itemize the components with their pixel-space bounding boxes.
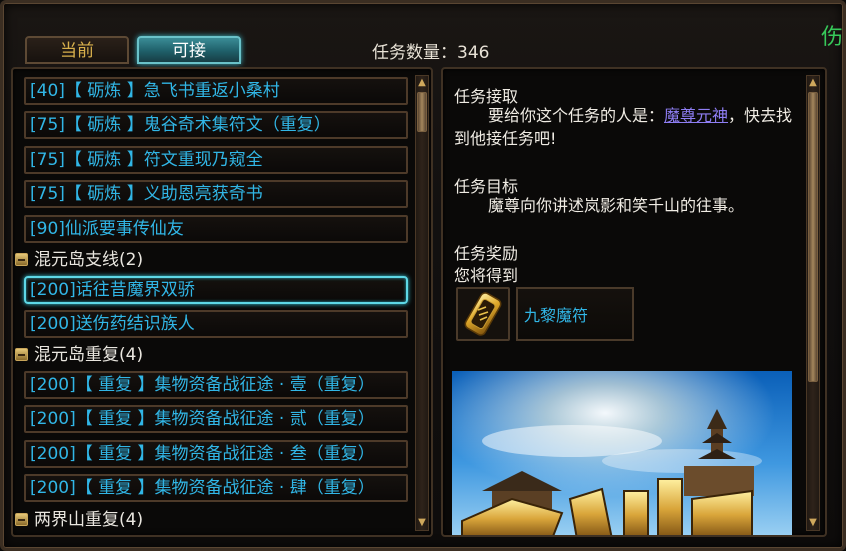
goal-section-body: 魔尊向你讲述岚影和笑千山的往事。 [454,194,798,217]
corner-partial-text: 伤 [821,25,843,50]
scroll-down-icon[interactable]: ▼ [806,516,820,530]
tab-current[interactable]: 当前 [25,36,129,64]
list-scrollbar[interactable]: ▲ ▼ [415,75,429,531]
quest-banner-image [452,371,792,535]
reward-subtitle: 您将得到 [454,266,519,285]
group-label: 混元岛重复(4) [34,345,144,365]
collapse-icon[interactable] [15,348,28,361]
quest-row[interactable]: [90]仙派要事传仙友 [24,215,408,243]
tab-available[interactable]: 可接 [137,36,241,64]
quest-row-selected[interactable]: [200]话往昔魔界双骄 [24,276,408,304]
accept-prefix: 要给你这个任务的人是： [488,106,665,125]
quest-window: 伤 当前 可接 任务数量：346 [40]【 砺炼 】急飞书重返小桑村 [75]… [0,0,846,551]
quest-detail-panel: 任务接取 要给你这个任务的人是：魔尊元神，快去找到他接任务吧! 任务目标 魔尊向… [441,67,827,537]
quest-row[interactable]: [200]【 重复 】集物资备战征途 · 贰（重复） [24,405,408,433]
scroll-down-icon[interactable]: ▼ [415,516,429,530]
group-header[interactable]: 两界山重复(4) [15,509,143,533]
quest-row[interactable]: [200]送伤药结识族人 [24,310,408,338]
group-label: 两界山重复(4) [34,510,144,530]
scroll-up-icon[interactable]: ▲ [415,76,429,90]
quest-row[interactable]: [200]【 重复 】集物资备战征途 · 叁（重复） [24,440,408,468]
quest-row[interactable]: [75]【 砺炼 】符文重现乃窥全 [24,146,408,174]
group-label: 混元岛支线(2) [34,250,144,270]
accept-section-body: 要给你这个任务的人是：魔尊元神，快去找到他接任务吧! [454,104,798,150]
scroll-up-icon[interactable]: ▲ [806,76,820,90]
quest-list-panel: [40]【 砺炼 】急飞书重返小桑村 [75]【 砺炼 】鬼谷奇术集符文（重复）… [11,67,433,537]
collapse-icon[interactable] [15,513,28,526]
group-header[interactable]: 混元岛重复(4) [15,344,143,368]
detail-scrollbar[interactable]: ▲ ▼ [806,75,820,531]
detail-scroll-thumb[interactable] [808,92,818,382]
quest-row[interactable]: [200]【 重复 】集物资备战征途 · 肆（重复） [24,474,408,502]
goal-text: 魔尊向你讲述岚影和笑千山的往事。 [488,196,745,215]
quest-row[interactable]: [75]【 砺炼 】鬼谷奇术集符文（重复） [24,111,408,139]
golden-talisman-icon[interactable] [456,287,510,341]
reward-item-box[interactable]: 九黎魔符 [516,287,634,341]
reward-section-title: 任务奖励 [454,244,519,263]
quest-row[interactable]: [40]【 砺炼 】急飞书重返小桑村 [24,77,408,105]
list-scroll-thumb[interactable] [417,92,427,132]
npc-link[interactable]: 魔尊元神 [664,106,728,125]
quest-count: 任务数量：346 [372,43,490,63]
collapse-icon[interactable] [15,253,28,266]
quest-row[interactable]: [200]【 重复 】集物资备战征途 · 壹（重复） [24,371,408,399]
group-header[interactable]: 混元岛支线(2) [15,249,143,273]
reward-item-name: 九黎魔符 [524,306,589,325]
quest-row[interactable]: [75]【 砺炼 】义助恩亮获奇书 [24,180,408,208]
